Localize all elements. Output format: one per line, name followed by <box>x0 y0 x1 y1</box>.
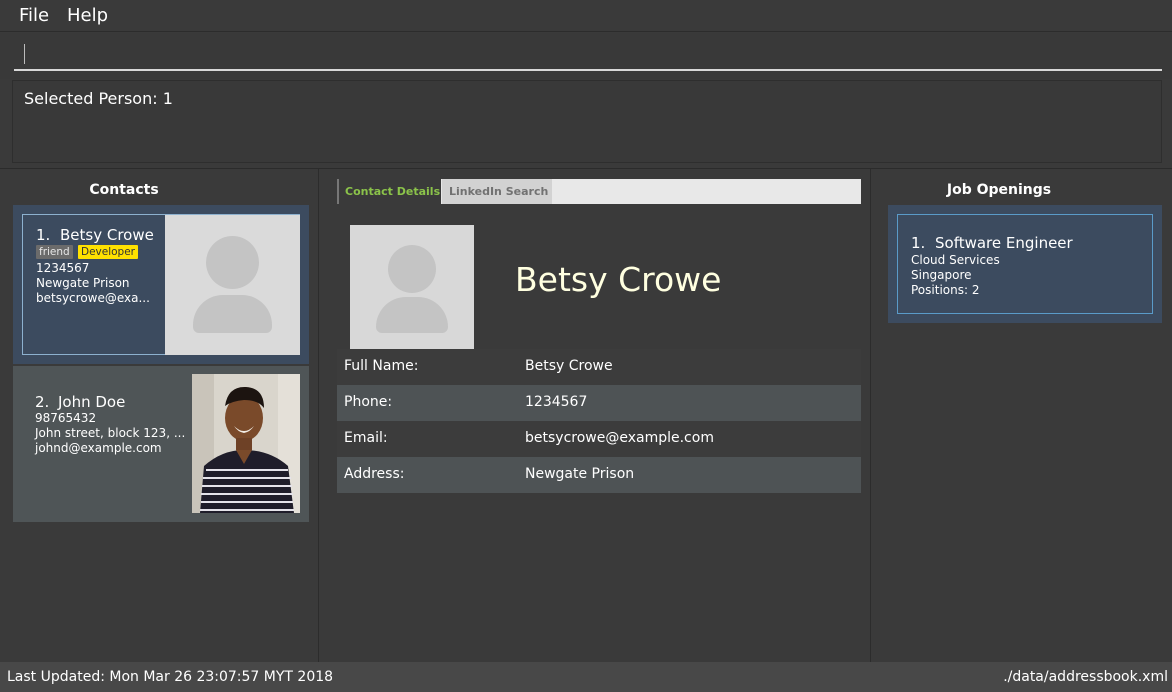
detail-label: Phone: <box>344 394 393 410</box>
detail-label: Email: <box>344 430 388 446</box>
tag-friend: friend <box>36 245 73 259</box>
status-file-path: ./data/addressbook.xml <box>1003 669 1168 685</box>
panel-divider <box>318 169 319 662</box>
detail-label: Full Name: <box>344 358 419 374</box>
command-box <box>0 33 1172 79</box>
status-last-updated: Last Updated: Mon Mar 26 23:07:57 MYT 20… <box>7 669 334 685</box>
person-photo <box>192 374 300 513</box>
person-index: 2. <box>35 393 50 411</box>
job-index: 1. <box>911 234 926 252</box>
tab-contact-details-label: Contact Details <box>345 185 441 198</box>
tag-developer: Developer <box>78 245 139 259</box>
detail-label: Address: <box>344 466 405 482</box>
menu-file[interactable]: File <box>19 5 49 26</box>
person-email: johnd@example.com <box>35 441 162 455</box>
detail-avatar-placeholder-icon <box>350 225 474 349</box>
detail-row-address: Address: Newgate Prison <box>337 457 861 493</box>
avatar-placeholder-icon <box>165 215 300 355</box>
panel-divider <box>870 169 871 662</box>
person-address: John street, block 123, ... <box>35 426 186 440</box>
person-phone: 98765432 <box>35 411 97 425</box>
job-title: Software Engineer <box>935 234 1073 252</box>
detail-value: Newgate Prison <box>525 466 635 482</box>
detail-row-phone: Phone: 1234567 <box>337 385 861 421</box>
job-openings-title: Job Openings <box>946 182 1052 198</box>
person-card-1[interactable]: 1. Betsy Crowe friend Developer 1234567 … <box>13 205 309 364</box>
detail-value: betsycrowe@example.com <box>525 430 714 446</box>
status-bar: Last Updated: Mon Mar 26 23:07:57 MYT 20… <box>0 662 1172 692</box>
contacts-title: Contacts <box>89 182 159 198</box>
detail-person-name: Betsy Crowe <box>515 260 722 299</box>
detail-value: Betsy Crowe <box>525 358 613 374</box>
detail-row-email: Email: betsycrowe@example.com <box>337 421 861 457</box>
selected-card-border: 1. Betsy Crowe friend Developer 1234567 … <box>22 214 300 355</box>
detail-row-fullname: Full Name: Betsy Crowe <box>337 349 861 385</box>
result-text: Selected Person: 1 <box>24 89 173 108</box>
person-address: Newgate Prison <box>36 276 130 290</box>
tab-linkedin-search[interactable]: LinkedIn Search <box>442 179 552 204</box>
menu-bar: File Help <box>0 0 1172 32</box>
result-display[interactable]: Selected Person: 1 <box>12 80 1162 163</box>
job-card-border: 1. Software Engineer Cloud Services Sing… <box>897 214 1153 314</box>
detail-value: 1234567 <box>525 394 588 410</box>
detail-tab-bar: Contact Details LinkedIn Search <box>337 179 861 204</box>
person-name: Betsy Crowe <box>60 226 154 244</box>
job-positions: Positions: 2 <box>911 283 980 297</box>
tab-linkedin-search-label: LinkedIn Search <box>449 185 549 198</box>
tab-contact-details[interactable]: Contact Details <box>337 179 441 204</box>
person-photo-image <box>192 374 300 513</box>
job-card-1[interactable]: 1. Software Engineer Cloud Services Sing… <box>888 205 1162 323</box>
person-email: betsycrowe@exa... <box>36 291 150 305</box>
person-phone: 1234567 <box>36 261 90 275</box>
menu-help[interactable]: Help <box>67 5 108 26</box>
person-name: John Doe <box>58 393 126 411</box>
text-caret <box>24 44 25 64</box>
job-team: Cloud Services <box>911 253 1000 267</box>
divider <box>0 168 1172 169</box>
person-index: 1. <box>36 226 51 244</box>
job-location: Singapore <box>911 268 972 282</box>
command-input[interactable] <box>14 41 1162 71</box>
